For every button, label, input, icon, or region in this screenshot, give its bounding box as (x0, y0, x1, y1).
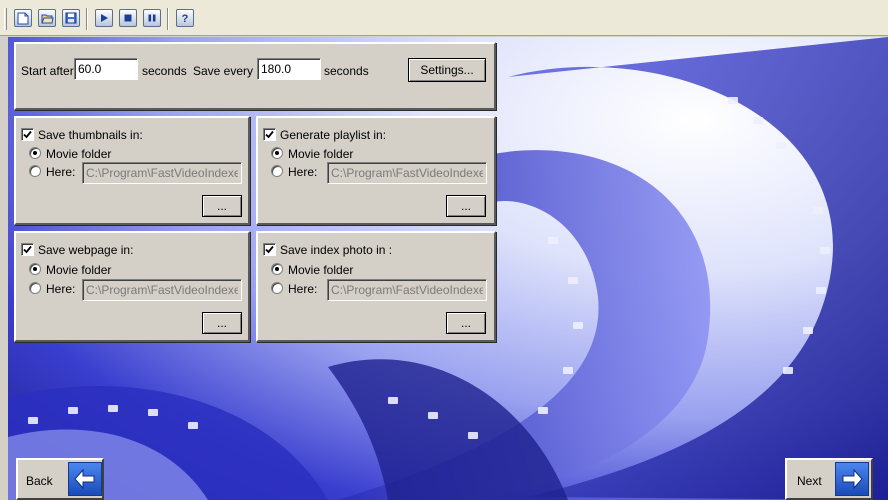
save-thumbnails-checkbox[interactable] (21, 128, 34, 141)
start-after-input[interactable] (74, 58, 138, 80)
generate-playlist-checkbox[interactable] (263, 128, 276, 141)
index-photo-browse-button[interactable]: ... (446, 312, 486, 334)
svg-text:?: ? (182, 13, 189, 24)
seconds-label: seconds (324, 64, 369, 78)
check-icon (23, 130, 32, 139)
thumbnails-browse-button[interactable]: ... (202, 195, 242, 217)
webpage-group: Save webpage in: Movie folder Here: ... (14, 231, 250, 342)
stop-button[interactable] (119, 9, 137, 27)
next-arrow-icon (835, 462, 869, 496)
next-button[interactable]: Next (785, 458, 873, 500)
index-photo-path-input[interactable] (327, 279, 487, 301)
stop-icon (124, 14, 132, 22)
index-photo-here-radio[interactable] (271, 282, 283, 294)
playlist-path-input[interactable] (327, 162, 487, 184)
toolbar-separator (86, 8, 88, 30)
toolbar-grip[interactable] (4, 8, 7, 30)
open-button[interactable] (38, 9, 56, 27)
playlist-movie-folder-radio[interactable] (271, 147, 283, 159)
play-button[interactable] (95, 9, 113, 27)
thumbnails-group: Save thumbnails in: Movie folder Here: .… (14, 116, 250, 225)
webpage-path-input[interactable] (82, 279, 242, 301)
back-arrow-icon (68, 462, 102, 496)
thumbnails-here-radio[interactable] (29, 165, 41, 177)
back-button[interactable]: Back (16, 458, 104, 500)
here-label: Here: (46, 165, 76, 179)
movie-folder-label: Movie folder (288, 147, 354, 161)
save-every-label: Save every (193, 64, 254, 78)
movie-folder-label: Movie folder (46, 263, 112, 277)
save-button[interactable] (62, 9, 80, 27)
settings-button[interactable]: Settings... (408, 58, 486, 82)
pause-button[interactable] (143, 9, 161, 27)
save-webpage-checkbox[interactable] (21, 243, 34, 256)
save-icon (65, 12, 77, 24)
thumbnails-movie-folder-radio[interactable] (29, 147, 41, 159)
next-label: Next (797, 474, 822, 488)
webpage-browse-button[interactable]: ... (202, 312, 242, 334)
timing-panel: Start after seconds Save every seconds S… (14, 42, 496, 110)
check-icon (23, 245, 32, 254)
webpage-here-radio[interactable] (29, 282, 41, 294)
save-webpage-label: Save webpage in: (38, 243, 134, 257)
help-icon: ? (182, 13, 189, 24)
thumbnails-path-input[interactable] (82, 162, 242, 184)
movie-folder-label: Movie folder (46, 147, 112, 161)
here-label: Here: (288, 165, 318, 179)
toolbar: ? (0, 0, 888, 36)
new-icon (17, 12, 29, 24)
toolbar-separator (167, 8, 169, 30)
generate-playlist-label: Generate playlist in: (280, 128, 387, 142)
check-icon (265, 130, 274, 139)
movie-folder-label: Movie folder (288, 263, 354, 277)
open-icon (40, 14, 54, 24)
save-every-input[interactable] (257, 58, 321, 80)
here-label: Here: (46, 282, 76, 296)
save-index-photo-checkbox[interactable] (263, 243, 276, 256)
index-photo-movie-folder-radio[interactable] (271, 263, 283, 275)
save-index-photo-label: Save index photo in : (280, 243, 393, 257)
new-button[interactable] (14, 9, 32, 27)
check-icon (265, 245, 274, 254)
play-icon (101, 14, 108, 22)
here-label: Here: (288, 282, 318, 296)
webpage-movie-folder-radio[interactable] (29, 263, 41, 275)
help-button[interactable]: ? (176, 9, 194, 27)
playlist-group: Generate playlist in: Movie folder Here:… (256, 116, 496, 225)
pause-icon (148, 14, 156, 22)
playlist-here-radio[interactable] (271, 165, 283, 177)
back-label: Back (26, 474, 53, 488)
start-after-label: Start after (21, 64, 74, 78)
index-photo-group: Save index photo in : Movie folder Here:… (256, 231, 496, 342)
save-thumbnails-label: Save thumbnails in: (38, 128, 143, 142)
seconds-label: seconds (142, 64, 187, 78)
playlist-browse-button[interactable]: ... (446, 195, 486, 217)
